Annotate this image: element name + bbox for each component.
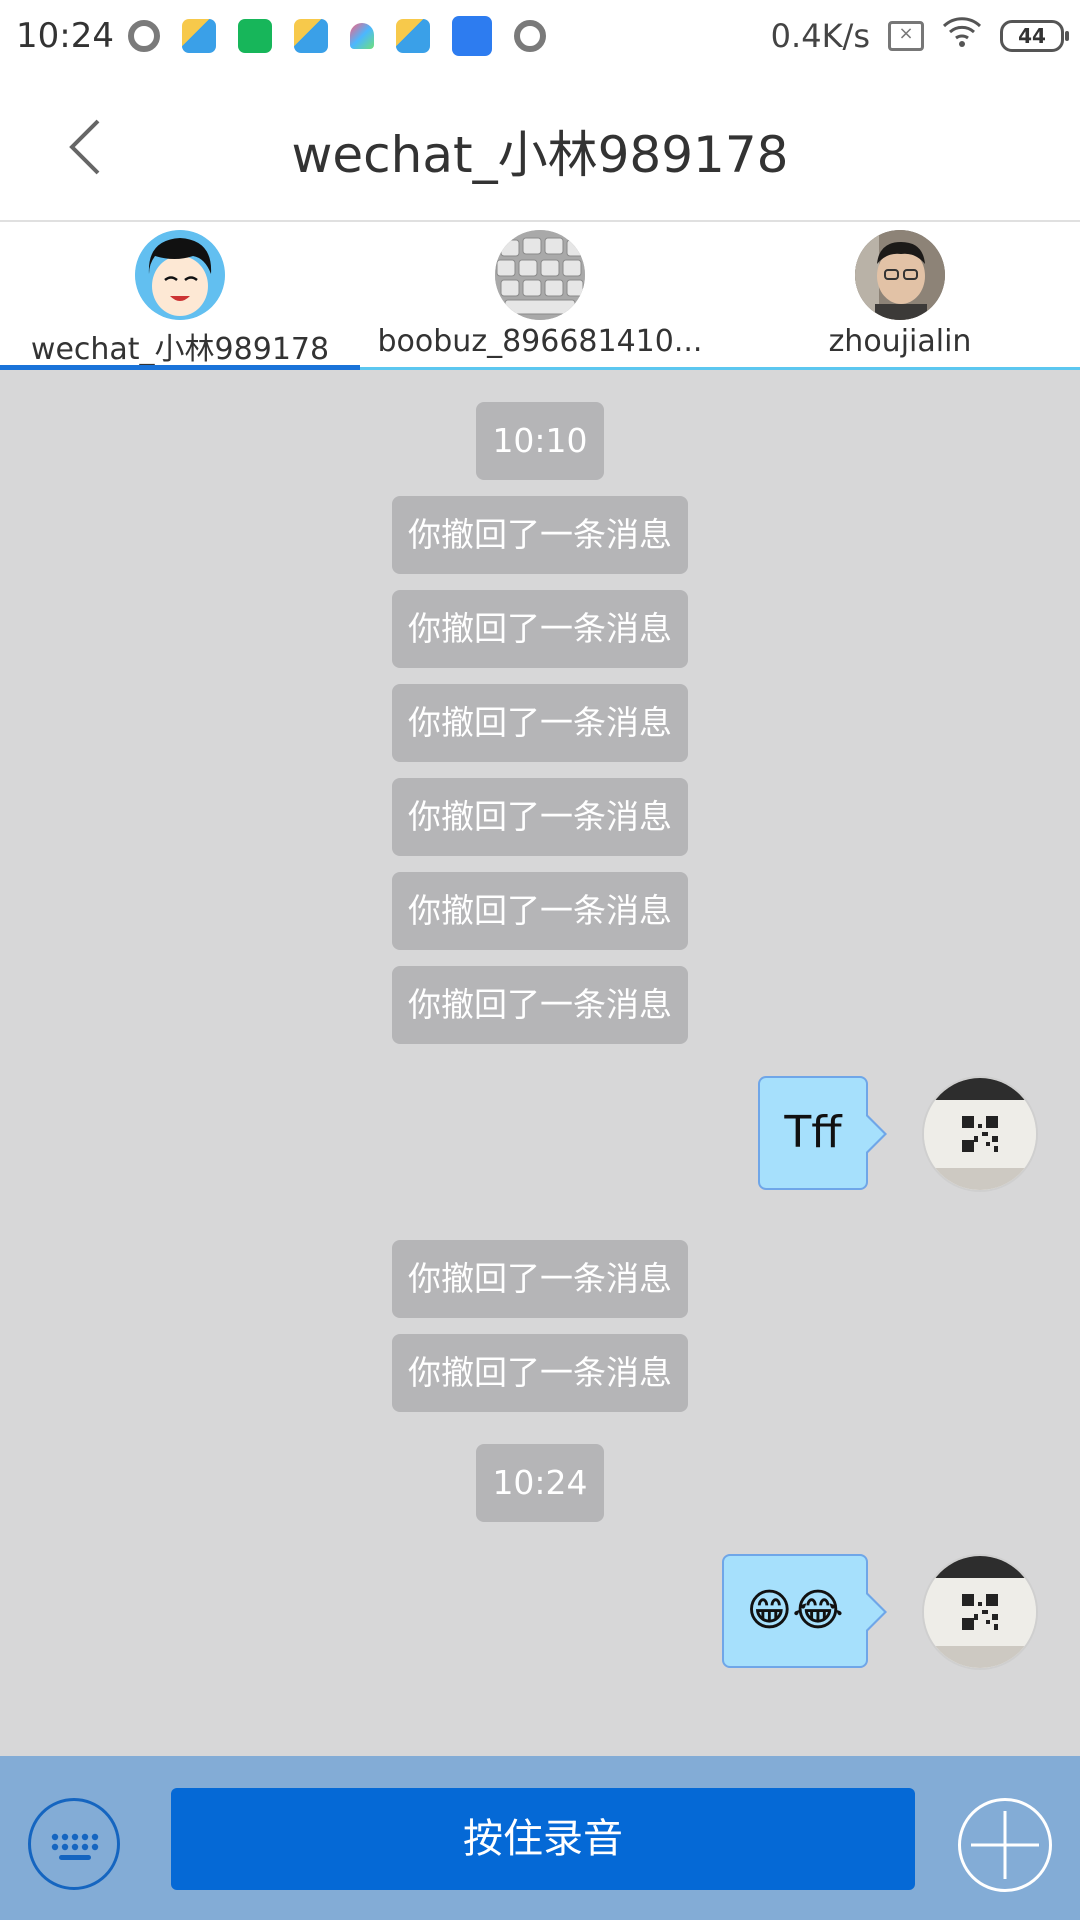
net-speed: 0.4K/s	[770, 17, 870, 55]
paper-plane-icon	[182, 19, 216, 53]
contact-tabs: wechat_小林989178 boobuz_896681410... zhou…	[0, 222, 1080, 371]
battery-icon: 44	[1000, 20, 1069, 52]
my-avatar[interactable]	[922, 1076, 1038, 1192]
keyboard-icon	[51, 1833, 99, 1860]
page-title: wechat_小林989178	[291, 126, 789, 184]
avatar	[135, 230, 225, 320]
record-icon	[514, 20, 546, 52]
sim-icon: ×	[888, 21, 924, 51]
color-a-icon	[350, 23, 374, 49]
recall-notice: 你撤回了一条消息	[0, 966, 1080, 1044]
hold-to-record-button[interactable]: 按住录音	[171, 1788, 915, 1890]
more-options-button[interactable]	[958, 1798, 1052, 1892]
green-app-icon	[238, 19, 272, 53]
avatar	[855, 230, 945, 320]
wifi-icon	[942, 16, 982, 56]
status-bar: 10:24 0.4K/s × 44	[0, 0, 1080, 75]
timestamp: 10:10	[0, 402, 1080, 480]
tab-boobuz[interactable]: boobuz_896681410...	[360, 222, 720, 370]
recall-notice: 你撤回了一条消息	[0, 872, 1080, 950]
plus-icon	[971, 1811, 1039, 1879]
message-emoji: 😁😂	[746, 1585, 844, 1636]
recall-notice: 你撤回了一条消息	[0, 1240, 1080, 1318]
timestamp: 10:24	[0, 1444, 1080, 1522]
recall-notice: 你撤回了一条消息	[0, 590, 1080, 668]
record-icon	[128, 20, 160, 52]
paper-plane-icon	[294, 19, 328, 53]
recall-notice: 你撤回了一条消息	[0, 684, 1080, 762]
recall-notice: 你撤回了一条消息	[0, 496, 1080, 574]
input-bar: 按住录音	[0, 1756, 1080, 1920]
outgoing-message-bubble[interactable]: Tff	[758, 1076, 887, 1190]
blue-app-icon	[452, 16, 492, 56]
tab-label: boobuz_896681410...	[377, 324, 703, 359]
paper-plane-icon	[396, 19, 430, 53]
status-right: 0.4K/s × 44	[770, 16, 1069, 56]
battery-level: 44	[1018, 24, 1046, 48]
my-avatar[interactable]	[922, 1554, 1038, 1670]
tab-wechat[interactable]: wechat_小林989178	[0, 222, 360, 370]
notification-icons	[128, 14, 546, 58]
tab-zhoujialin[interactable]: zhoujialin	[720, 222, 1080, 370]
message-text: Tff	[784, 1107, 842, 1158]
recall-notice: 你撤回了一条消息	[0, 1334, 1080, 1412]
chat-area[interactable]: 10:10 你撤回了一条消息 你撤回了一条消息 你撤回了一条消息 你撤回了一条消…	[0, 370, 1080, 1756]
tab-label: wechat_小林989178	[30, 332, 330, 367]
keyboard-toggle-button[interactable]	[28, 1798, 120, 1890]
outgoing-message-bubble[interactable]: 😁😂	[722, 1554, 887, 1668]
recall-notice: 你撤回了一条消息	[0, 778, 1080, 856]
tab-label: zhoujialin	[828, 324, 972, 359]
status-time: 10:24	[16, 16, 114, 56]
avatar	[495, 230, 585, 320]
title-bar: wechat_小林989178	[0, 75, 1080, 222]
